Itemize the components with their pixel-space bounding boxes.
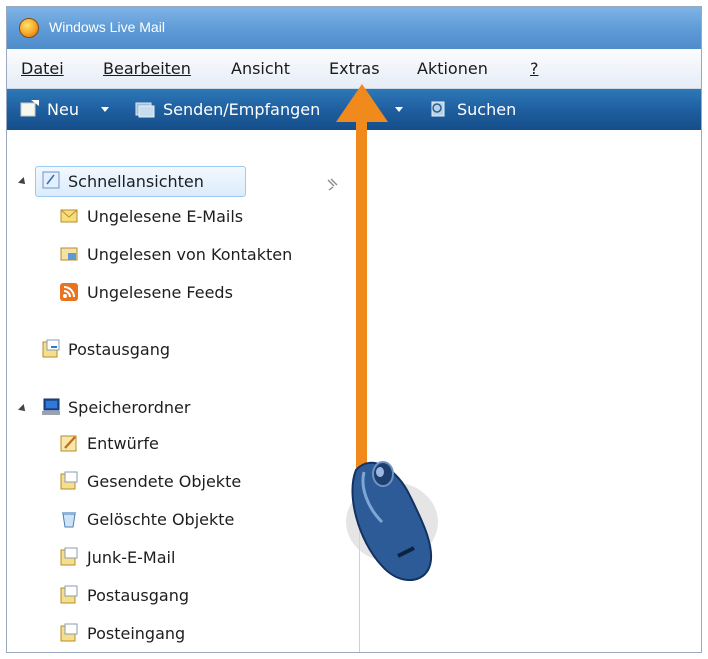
mouse-icon [346, 461, 438, 581]
up-arrow-icon [336, 84, 388, 476]
annotation-overlay [336, 84, 438, 581]
